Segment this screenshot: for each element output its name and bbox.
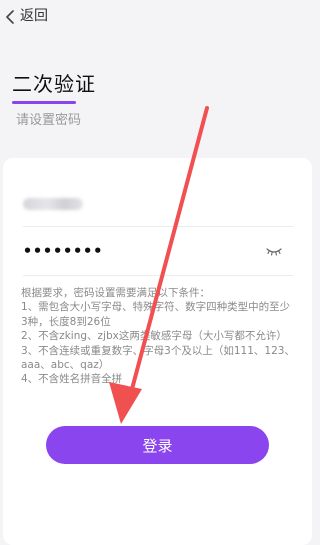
password-value: •••••••• [23,242,104,260]
back-button[interactable]: 返回 [4,6,48,26]
back-label: 返回 [20,8,48,24]
title-underline [12,101,76,104]
login-button[interactable]: 登录 [46,426,269,464]
divider [23,226,293,227]
eye-closed-icon[interactable] [265,243,283,257]
account-field[interactable] [23,194,295,214]
password-requirements: 根据要求，密码设置需要满足以下条件： 1、需包含大小写字母、特殊字符、数字四种类… [21,287,295,386]
chevron-left-icon [4,9,18,24]
page-subtitle: 请设置密码 [16,113,82,128]
page-title: 二次验证 [12,72,96,96]
divider [23,275,293,276]
password-field[interactable]: •••••••• [23,240,293,262]
title-block: 二次验证 请设置密码 [12,70,96,128]
form-card: •••••••• 根据要求，密码设置需要满足以下条件： 1、需包含大小写字母、特… [3,158,312,545]
top-bar: 返回 [0,0,316,34]
account-value-blurred [23,198,83,210]
